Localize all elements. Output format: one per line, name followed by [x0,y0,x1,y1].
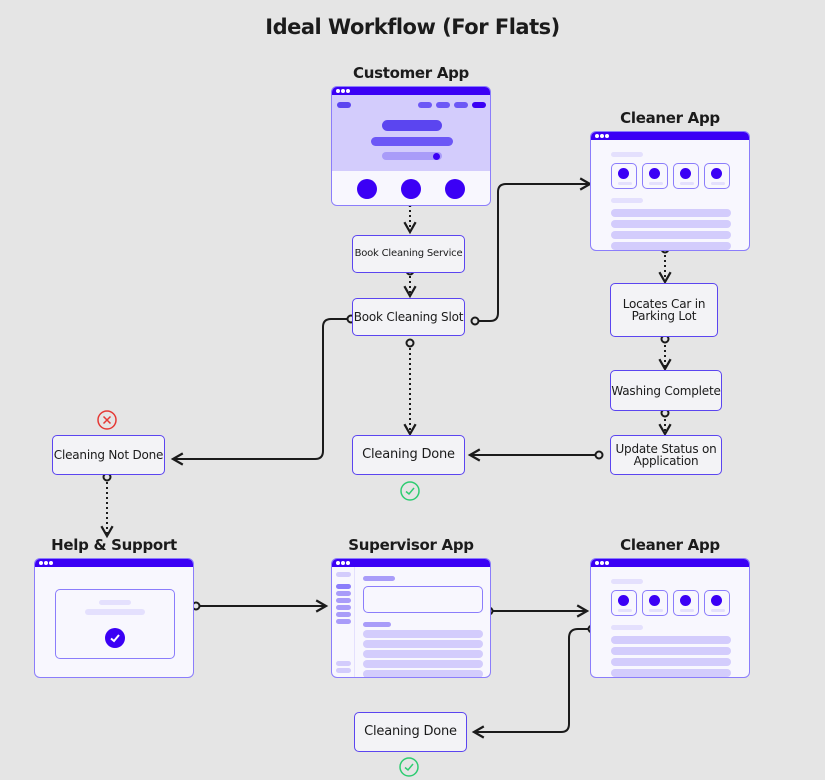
check-circle-icon [399,757,419,777]
connector-slot-to-cleaner [475,177,593,322]
step-cleaning-done-top[interactable]: Cleaning Done [352,435,465,475]
cleaner-app-top-window[interactable] [590,131,750,251]
window-titlebar [35,559,193,567]
window-titlebar [591,559,749,567]
step-update-status[interactable]: Update Status on Application [610,435,722,475]
step-cleaning-done-bottom[interactable]: Cleaning Done [354,712,467,752]
supervisor-app-window[interactable] [331,558,491,678]
connector-cleaner-to-done [471,628,592,739]
step-washing-complete[interactable]: Washing Complete [610,370,722,411]
step-book-cleaning-slot[interactable]: Book Cleaning Slot [352,298,465,336]
step-book-cleaning-service[interactable]: Book Cleaning Service [352,235,465,273]
help-support-label: Help & Support [51,536,177,554]
check-circle-icon [400,481,420,501]
cleaner-app-bottom-label: Cleaner App [620,536,720,554]
window-titlebar [332,559,490,567]
supervisor-app-label: Supervisor App [348,536,474,554]
help-support-window[interactable] [34,558,194,678]
window-titlebar [332,87,490,95]
x-circle-icon [97,410,117,430]
window-titlebar [591,132,749,140]
step-locates-car[interactable]: Locates Car in Parking Lot [610,283,718,337]
cleaner-app-bottom-window[interactable] [590,558,750,678]
check-badge-icon [105,628,125,648]
customer-app-window[interactable] [331,86,491,206]
step-cleaning-not-done[interactable]: Cleaning Not Done [52,435,165,475]
cleaner-app-top-label: Cleaner App [620,109,720,127]
connector-slot-to-notdone [170,318,351,466]
customer-app-label: Customer App [353,64,469,82]
